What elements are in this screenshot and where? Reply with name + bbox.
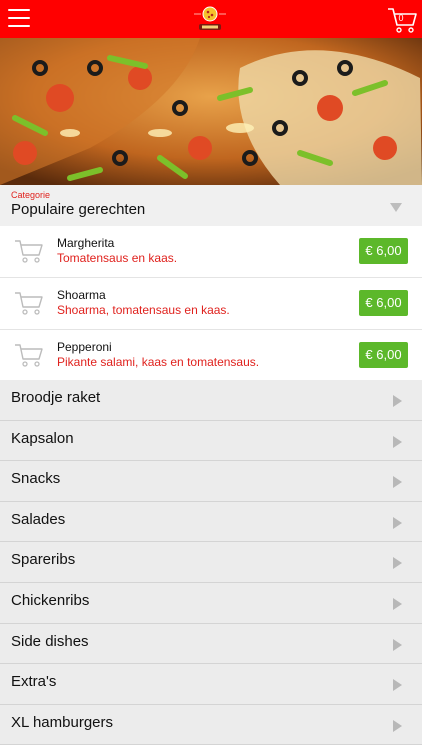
chevron-right-icon	[393, 395, 402, 407]
chevron-right-icon	[393, 638, 402, 651]
hero-pizza-image	[0, 38, 422, 185]
add-to-cart-icon[interactable]	[14, 289, 44, 317]
category-list: Broodje raket Kapsalon Snacks Salades Sp…	[0, 380, 422, 746]
product-list: Margherita Tomatensaus en kaas. € 6,00 S…	[0, 226, 422, 382]
product-description: Pikante salami, kaas en tomatensaus.	[57, 355, 260, 369]
category-item-salades[interactable]: Salades	[0, 501, 422, 543]
category-item-xl-hamburgers[interactable]: XL hamburgers	[0, 704, 422, 746]
product-row-shoarma[interactable]: Shoarma Shoarma, tomatensaus en kaas. € …	[0, 278, 422, 330]
product-description: Tomatensaus en kaas.	[57, 251, 178, 265]
top-bar: 0	[0, 0, 422, 38]
category-name: Spareribs	[11, 551, 76, 569]
chevron-right-icon	[393, 597, 402, 610]
chevron-right-icon	[393, 719, 402, 732]
category-value: Populaire gerechten	[11, 201, 146, 218]
category-dropdown[interactable]: Categorie Populaire gerechten	[0, 185, 422, 226]
product-description: Shoarma, tomatensaus en kaas.	[57, 303, 230, 317]
cart-count: 0	[398, 13, 404, 23]
category-name: Salades	[11, 510, 66, 528]
category-name: Snacks	[11, 470, 61, 488]
chevron-down-icon	[390, 203, 402, 212]
product-name: Margherita	[57, 236, 115, 250]
chevron-right-icon	[393, 476, 402, 489]
add-to-cart-icon[interactable]	[14, 341, 44, 369]
category-name: XL hamburgers	[11, 713, 113, 731]
chevron-right-icon	[393, 679, 402, 692]
category-label: Categorie	[11, 190, 51, 200]
price-button[interactable]: € 6,00	[359, 342, 408, 368]
product-row-margherita[interactable]: Margherita Tomatensaus en kaas. € 6,00	[0, 226, 422, 278]
pizza-logo-icon[interactable]	[190, 3, 230, 35]
category-item-broodje-raket[interactable]: Broodje raket	[0, 380, 422, 421]
category-item-side-dishes[interactable]: Side dishes	[0, 623, 422, 665]
category-name: Kapsalon	[11, 429, 74, 447]
hamburger-icon[interactable]	[8, 9, 30, 29]
category-name: Chickenribs	[11, 591, 90, 609]
product-name: Pepperoni	[57, 340, 112, 354]
chevron-right-icon	[393, 435, 402, 448]
category-item-spareribs[interactable]: Spareribs	[0, 542, 422, 583]
add-to-cart-icon[interactable]	[14, 237, 44, 265]
chevron-right-icon	[393, 557, 402, 570]
category-item-chickenribs[interactable]: Chickenribs	[0, 582, 422, 624]
product-row-pepperoni[interactable]: Pepperoni Pikante salami, kaas en tomate…	[0, 330, 422, 382]
category-name: Side dishes	[11, 632, 89, 650]
price-button[interactable]: € 6,00	[359, 238, 408, 264]
price-button[interactable]: € 6,00	[359, 290, 408, 316]
chevron-right-icon	[393, 516, 402, 529]
category-name: Broodje raket	[11, 389, 101, 406]
category-item-snacks[interactable]: Snacks	[0, 461, 422, 502]
category-item-kapsalon[interactable]: Kapsalon	[0, 420, 422, 462]
category-item-extras[interactable]: Extra's	[0, 664, 422, 705]
category-name: Extra's	[11, 673, 57, 691]
product-name: Shoarma	[57, 288, 106, 302]
